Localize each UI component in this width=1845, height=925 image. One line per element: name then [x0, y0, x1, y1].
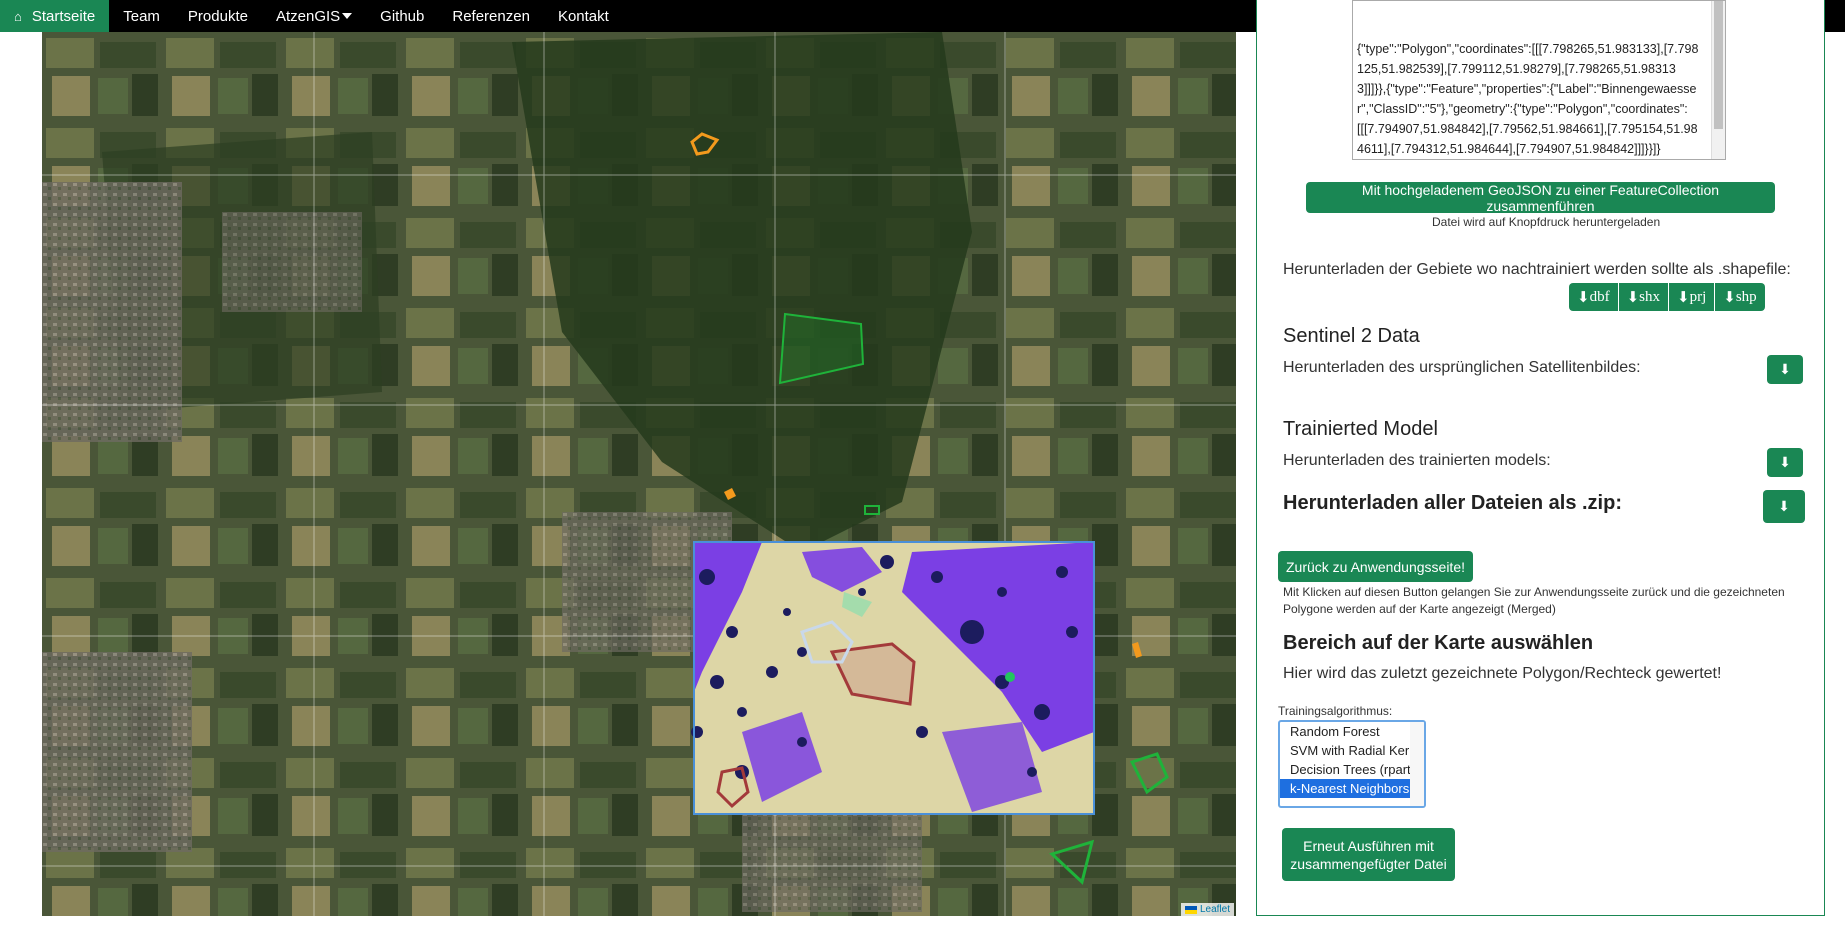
nav-kontakt[interactable]: Kontakt: [544, 0, 623, 32]
merge-geojson-button[interactable]: Mit hochgeladenem GeoJSON zu einer Featu…: [1306, 181, 1775, 214]
map-attribution[interactable]: Leaflet: [1180, 903, 1234, 916]
chevron-down-icon: [342, 13, 353, 19]
attribution-label: Leaflet: [1199, 904, 1230, 915]
listbox-scrollbar[interactable]: [1410, 722, 1424, 806]
rerun-merged-button[interactable]: Erneut Ausführen mit zusammengefügter Da…: [1282, 828, 1455, 881]
download-prj-button[interactable]: ⬇ prj: [1669, 283, 1716, 311]
prj-label: prj: [1689, 288, 1707, 305]
download-sentinel-button[interactable]: ⬇: [1767, 355, 1803, 384]
nav-atzengis-label: AtzenGIS: [275, 7, 341, 25]
nav-github[interactable]: Github: [366, 0, 438, 32]
right-panel: {"type":"Polygon","coordinates":[[[7.798…: [1256, 0, 1825, 916]
download-shx-button[interactable]: ⬇ shx: [1618, 283, 1669, 311]
sentinel-title: Sentinel 2 Data: [1283, 325, 1420, 347]
nav-referenzen[interactable]: Referenzen: [438, 0, 544, 32]
model-label: Herunterladen des trainierten models:: [1283, 452, 1551, 469]
shp-label: shp: [1735, 288, 1757, 305]
download-model-button[interactable]: ⬇: [1767, 448, 1803, 477]
option-random-forest[interactable]: Random Forest: [1280, 722, 1410, 741]
option-knn[interactable]: k-Nearest Neighbors: [1280, 779, 1410, 798]
download-icon: ⬇: [1778, 498, 1790, 514]
nav-team-label: Team: [123, 7, 160, 25]
nav-produkte[interactable]: Produkte: [174, 0, 262, 32]
shapefile-download-group: ⬇ dbf ⬇ shx ⬇ prj ⬇ shp: [1569, 283, 1765, 311]
sentinel-label: Herunterladen des ursprünglichen Satelli…: [1283, 359, 1641, 376]
zip-title: Herunterladen aller Dateien als .zip:: [1283, 492, 1622, 514]
area-title: Bereich auf der Karte auswählen: [1283, 632, 1594, 654]
textarea-scrollbar[interactable]: [1711, 1, 1725, 159]
back-to-app-button[interactable]: Zurück zu Anwendungsseite!: [1278, 551, 1473, 582]
download-icon: ⬇: [1779, 361, 1791, 377]
nav-team[interactable]: Team: [109, 0, 174, 32]
nav-atzengis-dropdown[interactable]: AtzenGIS: [262, 0, 366, 32]
rerun-label-line2: zusammengefügter Datei: [1290, 855, 1447, 872]
download-shp-button[interactable]: ⬇ shp: [1715, 283, 1765, 311]
rerun-label-line1: Erneut Ausführen mit: [1303, 837, 1434, 854]
nav-kontakt-label: Kontakt: [557, 7, 609, 25]
nav-startseite[interactable]: ⌂ Startseite: [0, 0, 110, 32]
option-decision-trees[interactable]: Decision Trees (rpart): [1280, 760, 1415, 779]
nav-github-label: Github: [380, 7, 425, 25]
option-svm[interactable]: SVM with Radial Kernel: [1280, 741, 1424, 760]
ukraine-flag-icon: [1184, 905, 1197, 914]
nav-startseite-label: Startseite: [31, 7, 96, 25]
classification-overlay: [691, 541, 1095, 815]
model-title: Trainierted Model: [1283, 418, 1438, 440]
satellite-imagery: [42, 32, 1236, 916]
area-text: Hier wird das zuletzt gezeichnete Polygo…: [1283, 665, 1722, 682]
algorithm-label: Trainingsalgorithmus:: [1278, 704, 1393, 718]
download-dbf-button[interactable]: ⬇ dbf: [1569, 283, 1619, 311]
nav-referenzen-label: Referenzen: [452, 7, 530, 25]
shx-label: shx: [1639, 288, 1660, 305]
scrollbar-thumb[interactable]: [1714, 1, 1723, 129]
geojson-content: {"type":"Polygon","coordinates":[[[7.798…: [1357, 42, 1699, 156]
geojson-textarea[interactable]: {"type":"Polygon","coordinates":[[[7.798…: [1352, 0, 1726, 160]
retrain-label: Herunterladen der Gebiete wo nachtrainie…: [1283, 261, 1791, 278]
back-note-line2: Polygone werden auf der Karte angezeigt …: [1283, 602, 1556, 616]
home-icon: ⌂: [14, 8, 22, 24]
nav-produkte-label: Produkte: [187, 7, 248, 25]
back-button-label: Zurück zu Anwendungsseite!: [1286, 558, 1465, 575]
download-icon: ⬇: [1779, 454, 1791, 470]
back-note-line1: Mit Klicken auf diesen Button gelangen S…: [1283, 585, 1785, 599]
algorithm-select[interactable]: Random Forest SVM with Radial Kernel Dec…: [1278, 720, 1426, 808]
download-zip-button[interactable]: ⬇: [1763, 490, 1805, 523]
page-margin: [0, 32, 42, 925]
merge-note: Datei wird auf Knopfdruck heruntergelade…: [1432, 215, 1661, 229]
leaflet-map[interactable]: Leaflet: [42, 32, 1236, 916]
merge-button-label: Mit hochgeladenem GeoJSON zu einer Featu…: [1361, 181, 1720, 214]
dbf-label: dbf: [1589, 288, 1610, 305]
